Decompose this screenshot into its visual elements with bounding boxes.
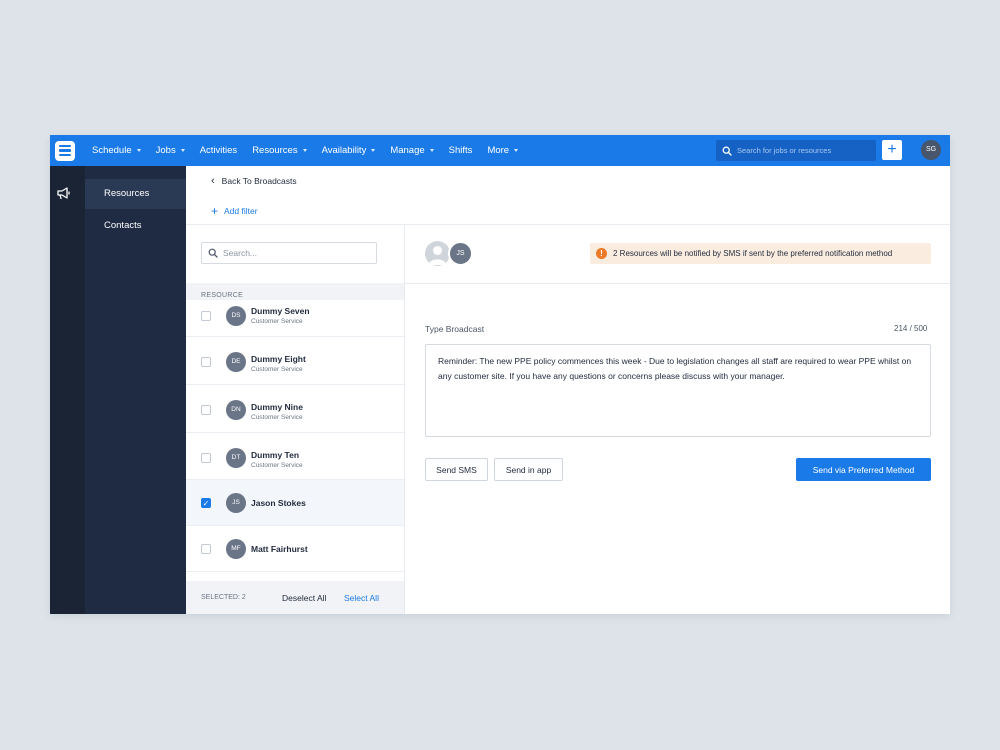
sub-navigation: Resources Contacts bbox=[85, 166, 186, 614]
selected-count: SELECTED: 2 bbox=[201, 594, 246, 601]
row-checkbox-checked[interactable]: ✓ bbox=[201, 498, 211, 508]
resource-search[interactable] bbox=[201, 242, 377, 264]
caret-down-icon bbox=[514, 149, 519, 152]
send-in-app-button[interactable]: Send in app bbox=[494, 458, 563, 481]
global-search[interactable] bbox=[716, 140, 876, 161]
row-checkbox[interactable] bbox=[201, 357, 211, 367]
resource-name: Jason Stokes bbox=[251, 498, 306, 508]
avatar: MF bbox=[226, 539, 246, 559]
resource-role: Customer Service bbox=[251, 318, 303, 325]
nav-schedule[interactable]: Schedule bbox=[92, 145, 141, 156]
divider bbox=[405, 283, 950, 284]
resource-role: Customer Service bbox=[251, 414, 303, 421]
chevron-left-icon: ‹ bbox=[211, 175, 215, 187]
row-checkbox[interactable] bbox=[201, 544, 211, 554]
nav-resources[interactable]: Resources bbox=[252, 145, 307, 156]
avatar: JS bbox=[448, 241, 473, 266]
megaphone-icon[interactable] bbox=[56, 186, 71, 200]
nav-label: Schedule bbox=[92, 145, 132, 156]
broadcast-message-textarea[interactable]: Reminder: The new PPE policy commences t… bbox=[425, 344, 931, 437]
nav-jobs[interactable]: Jobs bbox=[156, 145, 185, 156]
list-item[interactable]: ✓ JS Jason Stokes bbox=[186, 480, 404, 526]
nav-more[interactable]: More bbox=[487, 145, 519, 156]
main-content: ‹ Back To Broadcasts + Add filter RESOUR… bbox=[186, 166, 950, 614]
row-checkbox[interactable] bbox=[201, 405, 211, 415]
nav-manage[interactable]: Manage bbox=[390, 145, 434, 156]
global-search-input[interactable] bbox=[737, 146, 867, 155]
nav-availability[interactable]: Availability bbox=[322, 145, 376, 156]
subnav-item-resources[interactable]: Resources bbox=[85, 179, 186, 209]
list-item[interactable]: DE Dummy Eight Customer Service bbox=[186, 337, 404, 385]
nav-label: Shifts bbox=[448, 145, 473, 156]
send-sms-button[interactable]: Send SMS bbox=[425, 458, 488, 481]
resource-name: Dummy Seven bbox=[251, 306, 310, 316]
nav-label: More bbox=[487, 145, 510, 156]
row-checkbox[interactable] bbox=[201, 453, 211, 463]
caret-down-icon bbox=[136, 149, 141, 152]
add-filter-label: Add filter bbox=[224, 206, 258, 216]
caret-down-icon bbox=[302, 149, 307, 152]
resource-search-input[interactable] bbox=[223, 248, 363, 258]
add-button[interactable]: + bbox=[882, 140, 902, 160]
top-navigation-bar: Schedule Jobs Activities Resources Avail… bbox=[50, 135, 950, 166]
user-avatar[interactable]: SG bbox=[921, 140, 941, 160]
deselect-all-button[interactable]: Deselect All bbox=[282, 593, 326, 603]
list-item[interactable]: MF Matt Fairhurst bbox=[186, 526, 404, 572]
resource-name: Matt Fairhurst bbox=[251, 544, 308, 554]
app-logo-icon[interactable] bbox=[55, 140, 75, 161]
add-filter-button[interactable]: + Add filter bbox=[211, 204, 258, 218]
warning-icon: ! bbox=[596, 248, 607, 259]
list-footer: SELECTED: 2 Deselect All Select All bbox=[186, 581, 404, 614]
list-item[interactable]: DN Dummy Nine Customer Service bbox=[186, 385, 404, 433]
resource-role: Customer Service bbox=[251, 366, 303, 373]
back-label: Back To Broadcasts bbox=[221, 176, 297, 186]
search-icon bbox=[722, 146, 732, 156]
app-window: Schedule Jobs Activities Resources Avail… bbox=[50, 135, 950, 614]
avatar-placeholder-icon bbox=[425, 241, 450, 266]
avatar: JS bbox=[226, 493, 246, 513]
broadcast-label: Type Broadcast bbox=[425, 324, 485, 334]
nav-label: Manage bbox=[390, 145, 425, 156]
list-item[interactable]: DS Dummy Seven Customer Service bbox=[186, 300, 404, 337]
resource-role: Customer Service bbox=[251, 462, 303, 469]
list-item[interactable]: DT Dummy Ten Customer Service bbox=[186, 433, 404, 480]
select-all-button[interactable]: Select All bbox=[344, 593, 379, 603]
nav-label: Activities bbox=[199, 145, 238, 156]
avatar: DS bbox=[226, 306, 246, 326]
resource-name: Dummy Nine bbox=[251, 402, 303, 412]
notification-notice: ! 2 Resources will be notified by SMS if… bbox=[590, 243, 931, 264]
nav-label: Resources bbox=[252, 145, 298, 156]
avatar: DN bbox=[226, 400, 246, 420]
resource-name: Dummy Ten bbox=[251, 450, 300, 460]
nav-shifts[interactable]: Shifts bbox=[449, 145, 473, 156]
character-counter: 214 / 500 bbox=[894, 324, 928, 333]
nav-label: Jobs bbox=[155, 145, 176, 156]
send-preferred-method-button[interactable]: Send via Preferred Method bbox=[796, 458, 931, 481]
back-to-broadcasts-link[interactable]: ‹ Back To Broadcasts bbox=[211, 175, 297, 187]
resource-list-pane: RESOURCE DS Dummy Seven Customer Service… bbox=[186, 225, 405, 614]
plus-icon: + bbox=[211, 204, 219, 218]
avatar: DT bbox=[226, 448, 246, 468]
caret-down-icon bbox=[180, 149, 185, 152]
search-icon bbox=[208, 248, 218, 258]
nav-label: Availability bbox=[321, 145, 367, 156]
broadcast-composer: JS ! 2 Resources will be notified by SMS… bbox=[405, 225, 950, 614]
row-checkbox[interactable] bbox=[201, 311, 211, 321]
avatar: DE bbox=[226, 352, 246, 372]
icon-rail bbox=[50, 166, 85, 614]
subnav-item-contacts[interactable]: Contacts bbox=[85, 211, 186, 241]
caret-down-icon bbox=[429, 149, 434, 152]
caret-down-icon bbox=[371, 149, 376, 152]
main-nav: Schedule Jobs Activities Resources Avail… bbox=[92, 135, 533, 166]
resource-name: Dummy Eight bbox=[251, 354, 306, 364]
nav-activities[interactable]: Activities bbox=[200, 145, 237, 156]
notice-text: 2 Resources will be notified by SMS if s… bbox=[613, 249, 893, 258]
